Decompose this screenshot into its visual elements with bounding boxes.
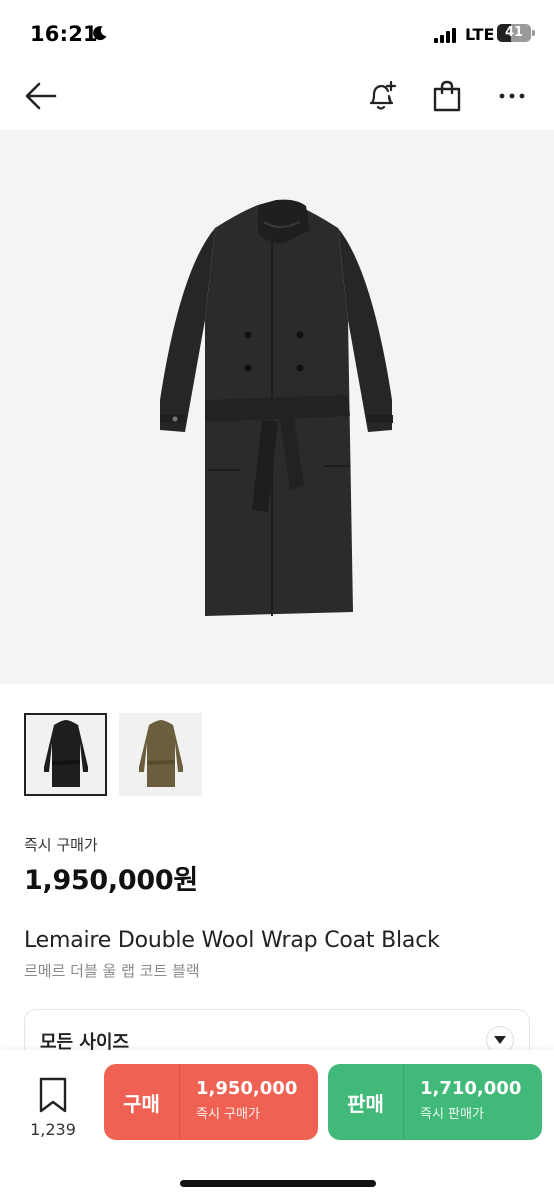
battery-level: 41 [504,25,524,40]
cart-button[interactable] [425,74,469,118]
sell-button[interactable]: 판매 1,710,000 즉시 판매가 [328,1064,542,1140]
sell-label: 판매 [328,1064,404,1140]
signal-icon [434,27,458,43]
thumbnail-list [24,713,202,797]
status-time: 16:21 [30,22,98,46]
wishlist-count: 1,239 [30,1120,76,1139]
battery-icon: 41 [497,24,531,42]
thumbnail-olive[interactable] [119,713,202,796]
coat-image [160,199,393,616]
product-image[interactable] [0,130,554,684]
home-indicator [180,1180,376,1187]
buy-label: 구매 [104,1064,180,1140]
buy-price: 1,950,000 [196,1078,298,1099]
more-button[interactable] [490,74,534,118]
product-title-ko: 르메르 더블 울 랩 코트 블랙 [24,962,200,980]
buy-button[interactable]: 구매 1,950,000 즉시 구매가 [104,1064,318,1140]
buy-sub-label: 즉시 구매가 [196,1107,260,1122]
coat-thumbnail [138,719,183,787]
more-dots-icon [499,93,525,99]
bookmark-icon [39,1077,67,1113]
wishlist-button[interactable]: 1,239 [22,1072,84,1142]
alert-button[interactable] [360,74,404,118]
sell-sub-label: 즉시 판매가 [420,1107,484,1122]
sell-price: 1,710,000 [420,1078,522,1099]
network-type: LTE [465,25,495,44]
bottom-action-bar: 1,239 구매 1,950,000 즉시 구매가 판매 1,710,000 즉… [0,1050,554,1200]
moon-icon [93,26,107,41]
bell-plus-icon [369,80,397,110]
shopping-bag-icon [433,80,461,112]
instant-buy-price: 1,950,000원 [24,865,198,896]
back-button[interactable] [19,74,63,118]
thumbnail-black[interactable] [24,713,107,796]
product-title-en: Lemaire Double Wool Wrap Coat Black [24,928,440,953]
arrow-left-icon [25,82,57,110]
instant-buy-label: 즉시 구매가 [24,836,98,854]
top-nav [0,62,554,130]
coat-thumbnail [43,719,88,787]
status-bar: 16:21 LTE 41 [0,0,554,62]
